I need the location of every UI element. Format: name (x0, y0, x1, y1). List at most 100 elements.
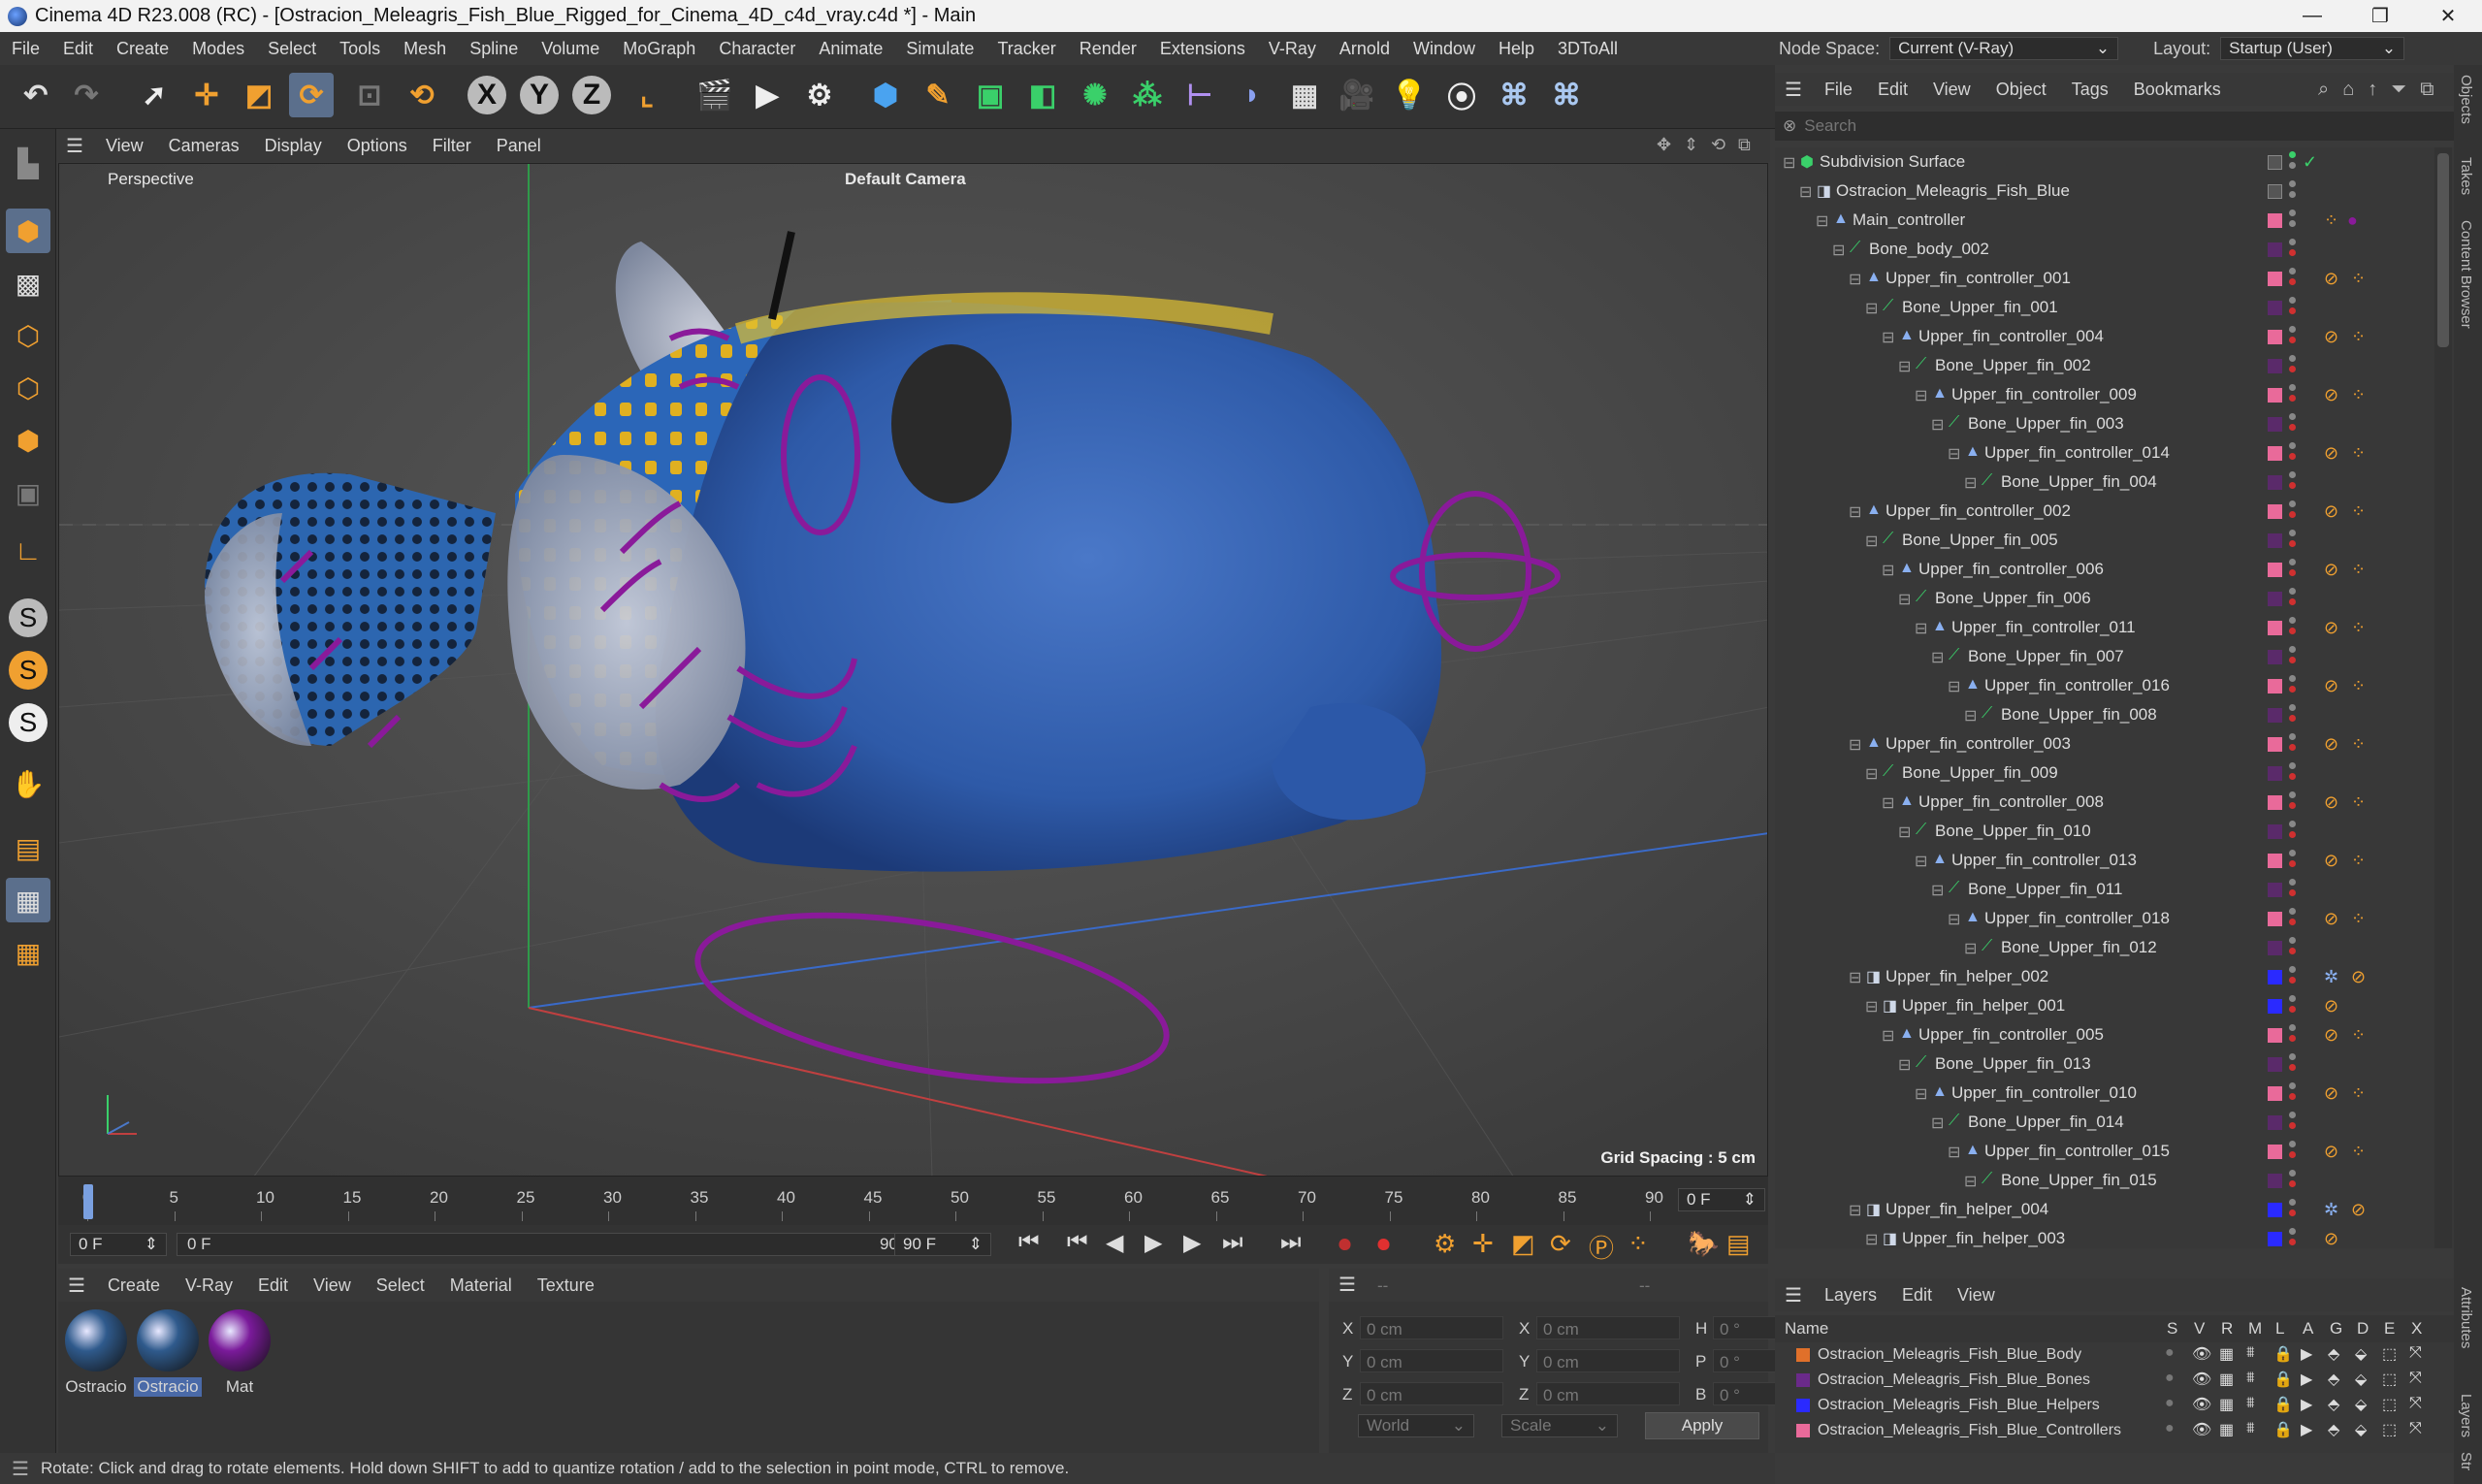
subdivision-icon[interactable]: ▣ (968, 73, 1013, 117)
visibility-dots[interactable] (2289, 995, 2297, 1016)
visibility-dots[interactable] (2289, 413, 2297, 435)
points-mode-icon[interactable]: ⬡ (6, 313, 50, 358)
layer-color-swatch[interactable] (2268, 650, 2282, 664)
next-frame-icon[interactable]: ▶ (1183, 1229, 1201, 1257)
menu-arnold[interactable]: Arnold (1328, 39, 1402, 59)
object-row[interactable]: ⊟ ▲ Upper_fin_controller_010 ⊘ ⁘ (1775, 1079, 2454, 1108)
z-axis-icon[interactable]: Z (572, 76, 611, 114)
object-row[interactable]: ⊟ ▲ Upper_fin_controller_006 ⊘ ⁘ (1775, 555, 2454, 584)
protection-tag-icon[interactable]: ⊘ (2324, 443, 2338, 464)
menu-file[interactable]: File (0, 39, 51, 59)
ik-tag-icon[interactable]: ⁘ (2351, 1025, 2366, 1046)
visibility-dots[interactable] (2289, 384, 2297, 405)
object-row[interactable]: ⊟ ▲ Upper_fin_controller_014 ⊘ ⁘ (1775, 438, 2454, 468)
expand-toggle-icon[interactable]: ⊟ (1964, 473, 1977, 493)
expand-toggle-icon[interactable]: ⊟ (1882, 328, 1894, 347)
visibility-dots[interactable] (2289, 239, 2297, 260)
hamburger-menu-icon[interactable]: ☰ (1775, 1283, 1812, 1307)
layer-color-swatch[interactable] (2268, 242, 2282, 257)
manager-icon[interactable]: ⩩ (2246, 1420, 2255, 1437)
menu-animate[interactable]: Animate (807, 39, 894, 59)
layer-color-swatch[interactable] (1796, 1373, 1810, 1387)
render-view-icon[interactable]: ▶ (745, 73, 790, 117)
rotation-key-icon[interactable]: ⟳ (1550, 1229, 1571, 1259)
visibility-dots[interactable] (2289, 850, 2297, 871)
redo-icon[interactable]: ↷ (64, 73, 109, 117)
hamburger-menu-icon[interactable]: ☰ (1338, 1273, 1356, 1297)
visibility-dots[interactable] (2289, 442, 2297, 464)
generators-icon[interactable]: ⬘ (2328, 1420, 2339, 1439)
coord-value-field[interactable]: 0 cm (1536, 1349, 1680, 1372)
viewport-menu-filter[interactable]: Filter (420, 136, 484, 156)
ik-tag-icon[interactable]: ⁘ (2351, 618, 2366, 638)
pla-key-icon[interactable]: ⁘ (1628, 1229, 1649, 1259)
object-row[interactable]: ⊟ ⟋ Bone_Upper_fin_010 (1775, 817, 2454, 846)
recent-tool-icon[interactable]: ⊡ (347, 73, 392, 117)
menu-tracker[interactable]: Tracker (985, 39, 1067, 59)
object-menu-bookmarks[interactable]: Bookmarks (2121, 80, 2234, 100)
visibility-dots[interactable] (2289, 1228, 2297, 1248)
layer-edit-icon[interactable] (2268, 155, 2282, 170)
layer-column-s[interactable]: S (2167, 1319, 2177, 1339)
visibility-dots[interactable] (2289, 617, 2297, 638)
expand-toggle-icon[interactable]: ⊟ (1948, 677, 1960, 696)
apply-button[interactable]: Apply (1645, 1412, 1759, 1439)
ik-tag-icon[interactable]: ⁘ (2351, 792, 2366, 813)
object-row[interactable]: ⊟ ⟋ Bone_Upper_fin_001 (1775, 293, 2454, 322)
object-row[interactable]: ⊟ ⟋ Bone_Upper_fin_002 (1775, 351, 2454, 380)
xref-icon[interactable]: ⤧ (2409, 1395, 2422, 1412)
visibility-dots[interactable] (2289, 151, 2297, 173)
up-arrow-icon[interactable]: ↑ (2368, 79, 2377, 101)
uv-mode-icon[interactable]: ▣ (6, 470, 50, 515)
animation-icon[interactable]: ▶ (2301, 1420, 2312, 1439)
object-row[interactable]: ⊟ ⟋ Bone_Upper_fin_006 (1775, 584, 2454, 613)
visibility-dots[interactable] (2289, 879, 2297, 900)
expand-toggle-icon[interactable]: ⊟ (1849, 502, 1861, 522)
layer-color-swatch[interactable] (2268, 1174, 2282, 1188)
visibility-dots[interactable] (2289, 210, 2297, 231)
visibility-dots[interactable] (2289, 791, 2297, 813)
menu-simulate[interactable]: Simulate (894, 39, 985, 59)
hamburger-menu-icon[interactable]: ☰ (58, 1274, 95, 1298)
expand-toggle-icon[interactable]: ⊟ (1931, 648, 1944, 667)
move-icon[interactable]: ✛ (184, 73, 229, 117)
render-icon[interactable]: ▦ (2219, 1420, 2234, 1439)
layer-color-swatch[interactable] (2268, 563, 2282, 577)
layer-color-swatch[interactable] (2268, 330, 2282, 344)
protection-tag-icon[interactable]: ⊘ (2351, 967, 2366, 987)
view-icon[interactable]: 👁 (2192, 1370, 2211, 1389)
protection-tag-icon[interactable]: ⊘ (2324, 1083, 2338, 1104)
layer-color-swatch[interactable] (2268, 504, 2282, 519)
layer-color-swatch[interactable] (1796, 1424, 1810, 1437)
side-tab-takes[interactable]: Takes (2458, 157, 2474, 195)
object-row[interactable]: ⊟ ▲ Upper_fin_controller_016 ⊘ ⁘ (1775, 671, 2454, 700)
visibility-dots[interactable] (2289, 1141, 2297, 1162)
view-icon[interactable]: 👁 (2192, 1344, 2211, 1364)
go-to-start-icon[interactable]: ⏮ (1018, 1229, 1040, 1256)
object-menu-tags[interactable]: Tags (2059, 80, 2121, 100)
protection-tag-icon[interactable]: ⊘ (2324, 1142, 2338, 1162)
camera-icon[interactable]: 🎥 (1335, 73, 1379, 117)
y-axis-icon[interactable]: Y (520, 76, 559, 114)
material-menu-edit[interactable]: Edit (245, 1275, 301, 1296)
coordinate-space-dropdown[interactable]: World ⌄ (1358, 1414, 1474, 1437)
object-row[interactable]: ⊟ ◨ Upper_fin_helper_001 ⊘ (1775, 991, 2454, 1020)
layer-column-x[interactable]: X (2411, 1319, 2422, 1339)
texture-mode-icon[interactable]: ▩ (6, 261, 50, 306)
object-row[interactable]: ⊟ ⬢ Subdivision Surface ✓ (1775, 147, 2454, 177)
workplane-icon[interactable]: ▤ (6, 825, 50, 870)
visibility-dots[interactable] (2289, 1170, 2297, 1191)
viewport-menu-view[interactable]: View (93, 136, 156, 156)
layer-menu-layers[interactable]: Layers (1812, 1285, 1889, 1306)
material-menu-material[interactable]: Material (437, 1275, 525, 1296)
home-icon[interactable]: ⌂ (2342, 79, 2354, 101)
expand-toggle-icon[interactable]: ⊟ (1898, 823, 1911, 842)
new-window-icon[interactable]: ⧉ (2420, 79, 2434, 101)
protection-tag-icon[interactable]: ⊘ (2324, 734, 2338, 755)
expand-toggle-icon[interactable]: ⊟ (1882, 1026, 1894, 1046)
layer-row[interactable]: Ostracion_Meleagris_Fish_Blue_Body ● 👁 ▦ ⩩ 🔒 ▶… (1775, 1342, 2454, 1368)
solo-icon[interactable]: ● (2165, 1370, 2175, 1387)
menu-volume[interactable]: Volume (530, 39, 611, 59)
python-script-icon[interactable]: ⌘ (1544, 73, 1589, 117)
expand-toggle-icon[interactable]: ⊟ (1948, 444, 1960, 464)
